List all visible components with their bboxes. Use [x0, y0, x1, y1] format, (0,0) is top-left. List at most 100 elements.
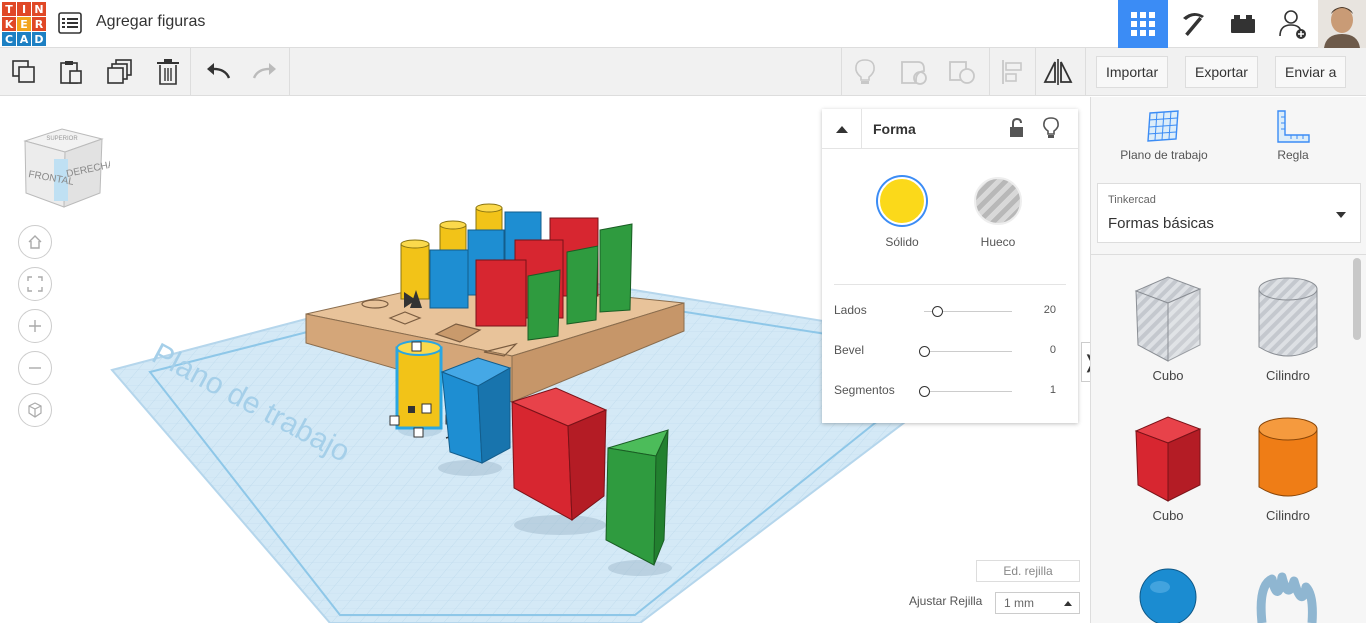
tinkercad-logo[interactable]: T I N K E R C A D	[2, 2, 46, 46]
add-user-button[interactable]	[1268, 0, 1318, 48]
collapse-inspector-button[interactable]	[822, 109, 862, 149]
scribble-icon	[1256, 572, 1317, 623]
view-cube[interactable]: SUPERIOR FRONTAL DERECHA	[20, 125, 116, 214]
shape-label: Cilindro	[1265, 368, 1311, 383]
copy-button[interactable]	[8, 56, 40, 88]
home-view-button[interactable]	[18, 225, 52, 259]
segments-property: Segmentos 1	[834, 381, 1066, 401]
avatar-photo	[1318, 0, 1366, 48]
user-avatar[interactable]	[1318, 0, 1366, 48]
bevel-label: Bevel	[834, 343, 865, 357]
unlock-icon	[1010, 117, 1023, 137]
3d-viewport[interactable]: Plano de trabajo SUPERIOR FRONTAL DERECH…	[0, 97, 1090, 623]
cylinder-hole-icon	[1258, 277, 1318, 357]
zoom-out-button[interactable]	[18, 351, 52, 385]
hide-shape-button[interactable]	[1042, 117, 1060, 144]
toggle-panel-button[interactable]: ❭	[1081, 342, 1090, 382]
cube-outline-icon	[28, 402, 42, 418]
logo-letter: I	[17, 2, 31, 16]
sides-label: Lados	[834, 303, 867, 317]
toolbar-divider	[989, 48, 990, 96]
logo-letter: C	[2, 32, 16, 46]
sphere-icon	[1139, 568, 1197, 623]
logo-letter: D	[32, 32, 46, 46]
ungroup-button[interactable]	[946, 56, 978, 88]
shape-box-hole[interactable]: Cubo	[1118, 275, 1218, 383]
toolbar-divider	[1035, 48, 1036, 96]
design-list-icon[interactable]	[58, 12, 82, 34]
undo-button[interactable]	[202, 56, 234, 88]
design-title[interactable]: Agregar figuras	[96, 13, 205, 31]
ruler-icon	[1277, 110, 1310, 143]
hole-option[interactable]: Hueco	[968, 177, 1028, 249]
toolbar-divider	[190, 48, 191, 96]
sides-value[interactable]: 20	[1044, 304, 1056, 316]
snap-grid-label: Ajustar Rejilla	[909, 594, 983, 608]
import-button[interactable]: Importar	[1096, 56, 1169, 88]
shape-box-solid[interactable]: Cubo	[1118, 415, 1218, 523]
bevel-slider-track[interactable]	[924, 351, 1012, 352]
send-to-button[interactable]: Enviar a	[1275, 56, 1347, 88]
sides-property: Lados 20	[834, 301, 1066, 321]
workplane-tool-label: Plano de trabajo	[1120, 148, 1208, 162]
shape-cylinder-hole[interactable]: Cilindro	[1238, 275, 1338, 383]
shapes-panel: Plano de trabajo Regla Tinkercad Formas …	[1090, 97, 1366, 623]
show-light-button[interactable]	[849, 56, 881, 88]
add-user-icon	[1279, 10, 1306, 39]
pickaxe-icon	[1183, 12, 1204, 37]
fit-view-button[interactable]	[18, 267, 52, 301]
group-button[interactable]	[898, 56, 930, 88]
zoom-in-button[interactable]	[18, 309, 52, 343]
toolbar-divider	[1085, 48, 1086, 96]
codeblocks-button[interactable]	[1168, 0, 1218, 48]
duplicate-icon	[107, 59, 132, 84]
mirror-button[interactable]	[1042, 56, 1074, 88]
inspector-header: Forma	[822, 109, 1078, 149]
bevel-slider-knob[interactable]	[918, 346, 930, 357]
plus-icon	[29, 320, 41, 332]
delete-icon	[157, 59, 179, 85]
segments-slider-knob[interactable]	[918, 386, 930, 397]
perspective-button[interactable]	[18, 393, 52, 427]
align-icon	[1002, 60, 1022, 84]
caret-up-icon	[1064, 601, 1072, 606]
shape-sphere[interactable]	[1118, 565, 1218, 623]
duplicate-button[interactable]	[104, 56, 136, 88]
edit-toolbar: Importar Exportar Enviar a	[0, 48, 1366, 96]
segments-value[interactable]: 1	[1050, 384, 1056, 396]
logo-letter: T	[2, 2, 16, 16]
toolbar-divider	[289, 48, 290, 96]
bricks-button[interactable]	[1218, 0, 1268, 48]
shape-cylinder-solid[interactable]: Cilindro	[1238, 415, 1338, 523]
brick-icon	[1231, 15, 1255, 33]
workplane-icon	[1147, 110, 1179, 142]
segments-label: Segmentos	[834, 383, 895, 397]
lock-button[interactable]	[1008, 117, 1026, 143]
workplane-tool[interactable]: Plano de trabajo	[1094, 109, 1234, 162]
top-bar: T I N K E R C A D Agregar figuras	[0, 0, 1366, 48]
hole-label: Hueco	[980, 235, 1016, 249]
shape-scribble[interactable]	[1238, 565, 1338, 623]
logo-letter: N	[32, 2, 46, 16]
edit-grid-button[interactable]: Ed. rejilla	[976, 560, 1080, 582]
grid-view-button[interactable]	[1118, 0, 1168, 48]
snap-grid-select[interactable]: 1 mm	[995, 592, 1080, 614]
bevel-value[interactable]: 0	[1050, 344, 1056, 356]
ruler-tool[interactable]: Regla	[1223, 109, 1363, 162]
logo-letter: E	[17, 17, 31, 31]
ungroup-icon	[949, 61, 975, 84]
sides-slider-knob[interactable]	[931, 306, 943, 317]
solid-option[interactable]: Sólido	[872, 177, 932, 249]
redo-button[interactable]	[249, 56, 281, 88]
home-icon	[28, 235, 42, 249]
delete-button[interactable]	[152, 56, 184, 88]
chevron-right-icon: ❭	[1082, 352, 1090, 373]
align-button[interactable]	[996, 56, 1028, 88]
paste-button[interactable]	[55, 56, 87, 88]
segments-slider-track[interactable]	[924, 391, 1012, 392]
ruler-tool-label: Regla	[1277, 148, 1309, 162]
export-button[interactable]: Exportar	[1185, 56, 1258, 88]
shape-library-select[interactable]: Tinkercad Formas básicas	[1097, 183, 1361, 243]
undo-icon	[207, 63, 231, 79]
panel-scrollbar[interactable]	[1353, 258, 1361, 340]
